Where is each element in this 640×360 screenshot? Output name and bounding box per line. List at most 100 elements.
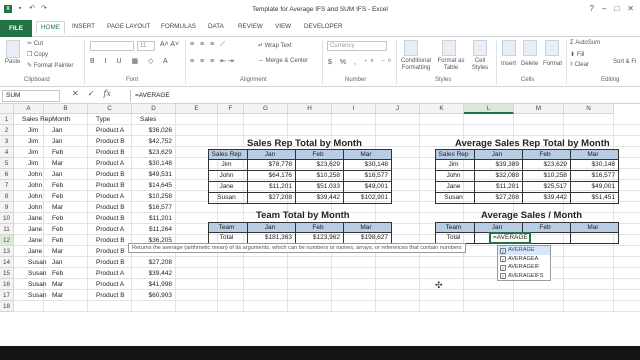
column-title-cell[interactable]: Sales Rep [22,114,52,125]
copy-button[interactable]: ❐ Copy [27,51,48,58]
data-cell[interactable]: John [28,191,50,202]
cancel-icon[interactable]: ✕ [72,89,79,98]
table-cell[interactable]: $23,629 [296,160,344,171]
data-cell[interactable]: Susan [28,257,50,268]
data-cell[interactable]: Product B [96,235,132,246]
table-cell[interactable]: Susan [208,193,248,204]
table-cell[interactable]: Jim [208,160,248,171]
table-header-cell[interactable]: Jan [248,149,296,160]
data-cell[interactable]: Product B [96,257,132,268]
table-cell[interactable]: $23,629 [523,160,571,171]
tab-review[interactable]: REVIEW [238,23,263,30]
data-cell[interactable]: Product A [96,125,132,136]
data-cell[interactable]: Susan [28,290,50,301]
data-cell[interactable]: Jan [52,169,88,180]
data-cell[interactable]: $39,442 [132,268,173,279]
table-cell[interactable]: $16,577 [344,171,392,182]
table-cell[interactable]: $11,201 [475,182,523,193]
tab-file[interactable]: FILE [0,20,32,37]
data-cell[interactable]: $42,752 [132,136,173,147]
data-cell[interactable]: $36,026 [132,125,173,136]
table-header-cell[interactable]: Jan [248,222,296,233]
tab-insert[interactable]: INSERT [72,23,95,30]
table-cell[interactable]: Jane [208,182,248,193]
row-header[interactable]: 15 [0,268,14,279]
table-cell[interactable]: $32,088 [475,171,523,182]
data-cell[interactable]: Jane [28,213,50,224]
table-cell[interactable]: $51,033 [296,182,344,193]
row-header[interactable]: 18 [0,301,14,312]
column-header[interactable]: C [88,104,132,114]
table-header-cell[interactable]: Team [208,222,248,233]
insert-cells-button[interactable]: Insert [501,61,516,67]
paste-button[interactable]: Paste [5,59,20,65]
column-header[interactable]: E [176,104,218,114]
row-header[interactable]: 4 [0,147,14,158]
align-top-buttons[interactable]: ≡ ≡ ≡ ⟋ [190,41,227,49]
format-painter-button[interactable]: ✎ Format Painter [27,62,73,69]
tab-data[interactable]: DATA [208,23,224,30]
row-header[interactable]: 3 [0,136,14,147]
row-header[interactable]: 1 [0,114,14,125]
table-cell[interactable]: $10,258 [523,171,571,182]
table-header-cell[interactable]: Feb [296,149,344,160]
data-cell[interactable]: John [28,169,50,180]
font-name-select[interactable] [90,41,134,51]
data-cell[interactable]: Product A [96,224,132,235]
data-cell[interactable]: Jim [28,147,50,158]
close-icon[interactable]: ✕ [627,4,634,13]
data-cell[interactable]: Feb [52,213,88,224]
data-cell[interactable]: Product B [96,169,132,180]
column-header[interactable]: M [514,104,564,114]
formula-input[interactable]: =AVERAGE [130,90,636,102]
autosum-button[interactable]: Σ AutoSum [570,40,600,46]
table-cell[interactable]: $102,901 [344,193,392,204]
data-cell[interactable]: $11,201 [132,213,172,224]
sort-filter-button[interactable]: Sort & Fi [613,59,636,65]
number-format-select[interactable]: Currency [327,41,387,51]
table-cell[interactable]: $10,258 [296,171,344,182]
data-cell[interactable]: Mar [52,290,88,301]
table-header-cell[interactable]: Mar [571,222,619,233]
table-header-cell[interactable]: Team [435,222,475,233]
autocomplete-item[interactable]: ƒ AVERAGEA [498,255,550,264]
wrap-text-button[interactable]: ↵ Wrap Text [258,42,292,49]
data-cell[interactable]: Product A [96,268,132,279]
data-cell[interactable]: Product A [96,279,132,290]
data-cell[interactable]: Feb [52,235,88,246]
merge-center-button[interactable]: ⇔ Merge & Center [258,58,308,64]
tab-view[interactable]: VIEW [275,23,291,30]
table-cell[interactable]: $51,451 [571,193,619,204]
table-header-cell[interactable]: Mar [344,149,392,160]
table-cell[interactable]: $39,442 [523,193,571,204]
row-header[interactable]: 2 [0,125,14,136]
table-cell[interactable] [571,233,619,244]
clear-button[interactable]: ◊ Clear [570,62,589,68]
column-header[interactable]: G [244,104,288,114]
column-header[interactable]: A [14,104,44,114]
data-cell[interactable]: $41,998 [132,279,173,290]
tab-page-layout[interactable]: PAGE LAYOUT [107,23,151,30]
table-cell[interactable]: Susan [435,193,475,204]
fill-button[interactable]: ⬇ Fill [570,51,584,58]
data-cell[interactable]: Jan [52,136,88,147]
table-cell[interactable]: $39,389 [475,160,523,171]
data-cell[interactable]: Jane [28,235,50,246]
cell-styles-button[interactable]: Cell Styles [470,58,490,72]
data-cell[interactable]: Feb [52,224,88,235]
row-header[interactable]: 14 [0,257,14,268]
number-buttons[interactable]: $ % , ⁺⁰ ⁻⁰ [328,58,394,66]
table-header-cell[interactable]: Mar [344,222,392,233]
data-cell[interactable]: Jim [28,125,50,136]
font-size-buttons[interactable]: A˄ A˅ [160,41,179,48]
active-cell-editor[interactable]: =AVERAGE [489,232,531,244]
data-cell[interactable]: Jan [52,257,88,268]
data-cell[interactable]: Susan [28,279,50,290]
delete-cells-button[interactable]: Delete [521,61,538,67]
column-title-cell[interactable]: Sales [140,114,176,125]
column-header[interactable]: B [44,104,88,114]
data-cell[interactable]: Mar [52,202,88,213]
data-cell[interactable]: Jim [28,158,50,169]
align-buttons[interactable]: ≡ ≡ ≡ ⇤⇥ [190,57,236,65]
table-cell[interactable]: $25,517 [523,182,571,193]
